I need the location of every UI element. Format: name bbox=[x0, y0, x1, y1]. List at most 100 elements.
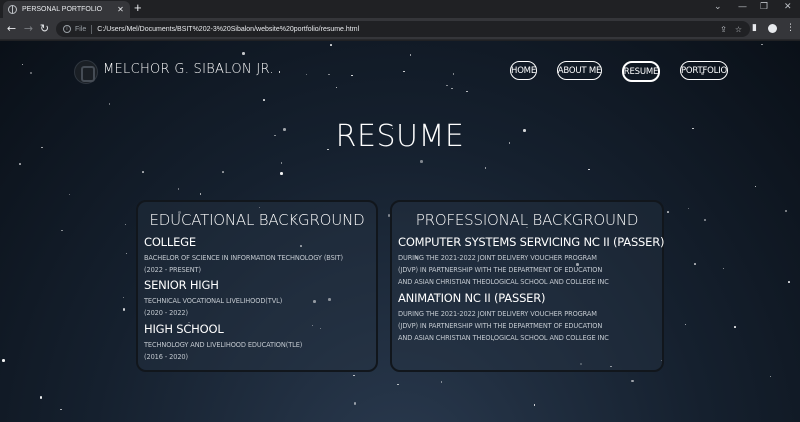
education-item-line: (2020 - 2022) bbox=[144, 309, 188, 317]
star bbox=[754, 185, 757, 187]
star bbox=[60, 408, 62, 411]
star bbox=[305, 73, 308, 76]
browser-tab-strip: PERSONAL PORTFOLIO ✕ + ⌄ — ❐ ✕ bbox=[0, 0, 800, 18]
star bbox=[353, 374, 355, 377]
star bbox=[222, 171, 224, 173]
info-icon[interactable]: i bbox=[63, 25, 71, 33]
star bbox=[466, 90, 468, 93]
reload-icon[interactable]: ↻ bbox=[38, 22, 51, 35]
star bbox=[177, 188, 180, 190]
star bbox=[684, 323, 687, 325]
professional-item-title: ANIMATION NC II (PASSER) bbox=[398, 291, 546, 305]
page-viewport: MELCHOR G. SIBALON JR. HOME ABOUT ME RES… bbox=[0, 41, 800, 422]
star bbox=[122, 296, 125, 299]
education-item-line: (2022 - PRESENT) bbox=[144, 266, 201, 274]
minimize-icon[interactable]: — bbox=[738, 2, 747, 12]
star bbox=[451, 87, 453, 90]
star bbox=[39, 396, 43, 399]
star bbox=[21, 63, 24, 66]
education-card: EDUCATIONAL BACKGROUND COLLEGE BACHELOR … bbox=[136, 200, 378, 372]
star bbox=[242, 52, 245, 55]
professional-item-line: DURING THE 2021-2022 JOINT DELIVERY VOUC… bbox=[398, 254, 597, 262]
tab-close-icon[interactable]: ✕ bbox=[116, 5, 125, 14]
address-bar[interactable]: i File C:/Users/Mel/Documents/BSIT%202-3… bbox=[56, 21, 750, 37]
star bbox=[61, 229, 63, 231]
sidebar-icon[interactable]: ▮ bbox=[752, 23, 757, 33]
star bbox=[784, 209, 788, 212]
star bbox=[588, 168, 590, 171]
star bbox=[452, 73, 454, 75]
professional-item-line: (JDVP) IN PARTNERSHIP WITH THE DEPARTMEN… bbox=[398, 322, 603, 330]
back-icon[interactable]: ← bbox=[5, 22, 18, 35]
browser-toolbar: ← → ↻ i File C:/Users/Mel/Documents/BSIT… bbox=[0, 18, 800, 40]
professional-heading: PROFESSIONAL BACKGROUND bbox=[415, 211, 639, 229]
star bbox=[484, 167, 487, 169]
professional-card: PROFESSIONAL BACKGROUND COMPUTER SYSTEMS… bbox=[390, 200, 664, 372]
star bbox=[446, 84, 448, 87]
nav-about-me[interactable]: ABOUT ME bbox=[557, 61, 602, 80]
star bbox=[125, 252, 128, 255]
star bbox=[722, 267, 724, 269]
star bbox=[694, 263, 696, 265]
star bbox=[788, 281, 790, 283]
star bbox=[761, 43, 763, 46]
new-tab-button[interactable]: + bbox=[134, 1, 142, 15]
star bbox=[280, 162, 283, 164]
nav-portfolio[interactable]: PORTFOLIO bbox=[680, 61, 728, 80]
star bbox=[403, 70, 405, 73]
file-label: File bbox=[75, 25, 87, 33]
star bbox=[29, 71, 33, 75]
forward-icon[interactable]: → bbox=[22, 22, 35, 35]
star bbox=[631, 379, 634, 383]
profile-icon[interactable] bbox=[768, 24, 777, 33]
professional-item-line: DURING THE 2021-2022 JOINT DELIVERY VOUC… bbox=[398, 310, 597, 318]
professional-item-line: AND ASIAN CHRISTIAN THEOLOGICAL SCHOOL A… bbox=[398, 334, 609, 342]
education-item-title: SENIOR HIGH bbox=[144, 278, 219, 292]
education-item-line: (2016 - 2020) bbox=[144, 353, 188, 361]
page-title: RESUME bbox=[335, 119, 465, 154]
star bbox=[328, 73, 330, 76]
star bbox=[687, 207, 690, 210]
star bbox=[199, 193, 201, 195]
nav-home[interactable]: HOME bbox=[510, 61, 537, 80]
restore-icon[interactable]: ❐ bbox=[760, 2, 768, 12]
star bbox=[330, 44, 332, 46]
address-separator bbox=[91, 24, 93, 34]
chevron-down-icon[interactable]: ⌄ bbox=[714, 2, 722, 12]
browser-tab[interactable]: PERSONAL PORTFOLIO ✕ bbox=[3, 1, 130, 18]
education-item-title: HIGH SCHOOL bbox=[144, 322, 224, 336]
star bbox=[122, 308, 126, 311]
url-text[interactable]: C:/Users/Mel/Documents/BSIT%202-3%20Siba… bbox=[97, 26, 720, 33]
star bbox=[734, 326, 736, 328]
site-logo[interactable] bbox=[74, 60, 98, 84]
star bbox=[68, 193, 71, 195]
star bbox=[420, 160, 423, 163]
professional-item-title: COMPUTER SYSTEMS SERVICING NC II (PASSER… bbox=[398, 235, 665, 249]
star bbox=[353, 402, 357, 405]
education-heading: EDUCATIONAL BACKGROUND bbox=[149, 211, 365, 229]
close-window-icon[interactable]: ✕ bbox=[784, 2, 792, 12]
star bbox=[397, 383, 399, 386]
star bbox=[335, 86, 338, 88]
menu-icon[interactable]: ⋮ bbox=[786, 23, 795, 33]
share-icon[interactable]: ⇪ bbox=[720, 25, 727, 34]
site-name: MELCHOR G. SIBALON JR. bbox=[103, 62, 274, 77]
star bbox=[124, 223, 127, 225]
professional-item-line: (JDVP) IN PARTNERSHIP WITH THE DEPARTMEN… bbox=[398, 266, 603, 274]
star-icon[interactable]: ☆ bbox=[735, 25, 742, 34]
globe-icon bbox=[8, 5, 17, 14]
star bbox=[351, 74, 353, 77]
star bbox=[533, 404, 536, 406]
nav-resume[interactable]: RESUME bbox=[622, 61, 660, 82]
star bbox=[280, 172, 283, 175]
education-item-line: BACHELOR OF SCIENCE IN INFORMATION TECHN… bbox=[144, 254, 343, 262]
star bbox=[769, 375, 772, 378]
star bbox=[667, 211, 669, 213]
education-item-line: TECHNICAL VOCATIONAL LIVELIHOOD(TVL) bbox=[144, 297, 283, 305]
education-item-title: COLLEGE bbox=[144, 235, 196, 249]
star bbox=[108, 103, 111, 105]
star bbox=[409, 54, 411, 56]
star bbox=[278, 71, 281, 73]
education-item-line: TECHNOLOGY AND LIVELIHOOD EDUCATION(TLE) bbox=[144, 341, 303, 349]
star bbox=[19, 163, 21, 165]
